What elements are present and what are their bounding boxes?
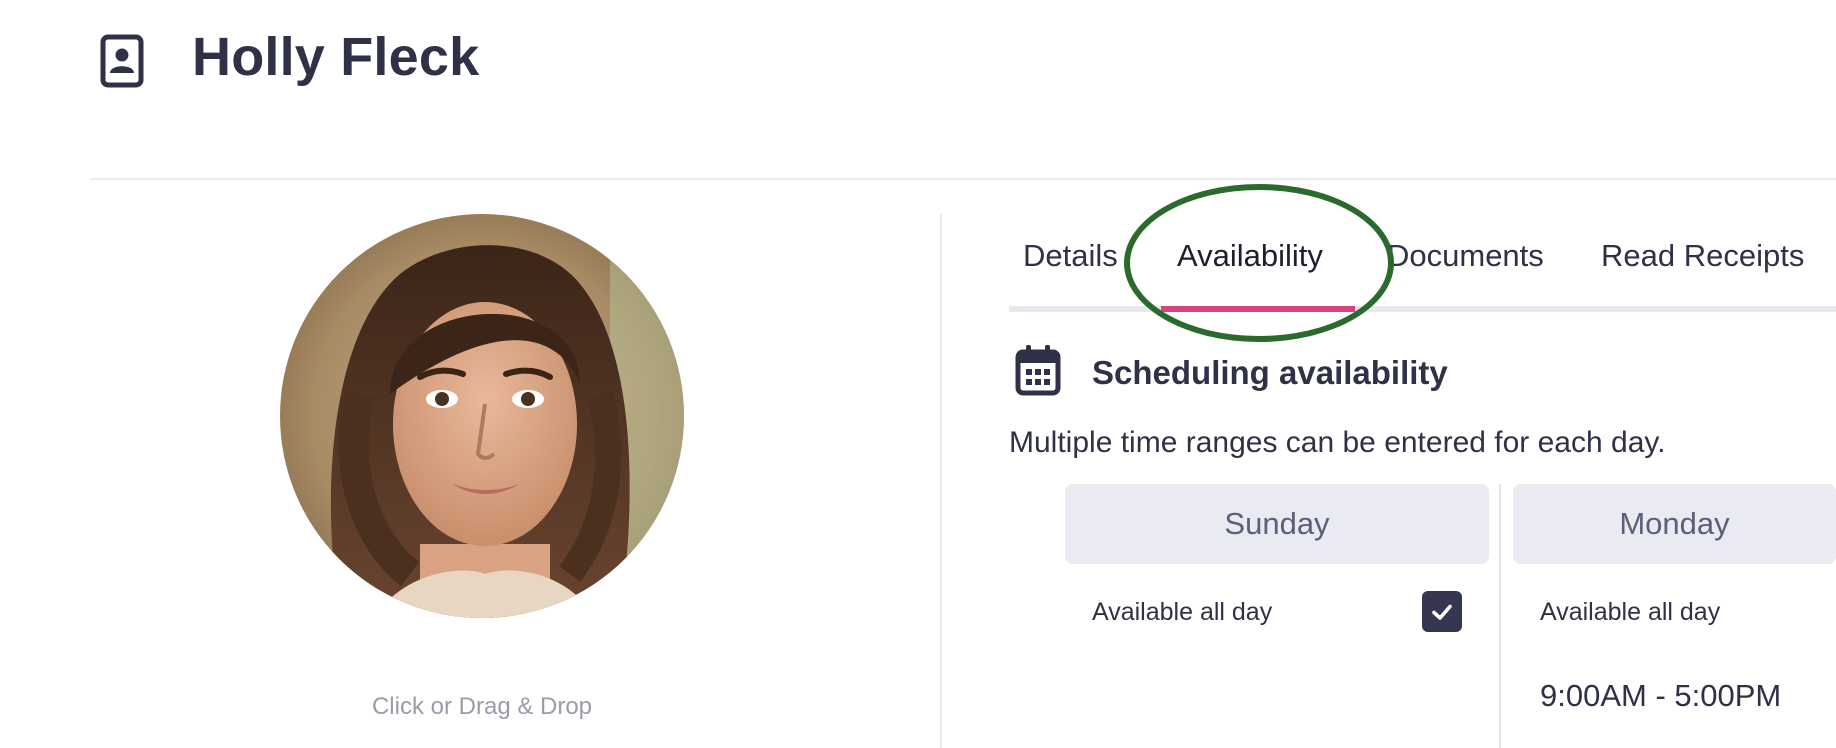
- employee-profile-page: Holly Fleck Click or Drag & Drop Details…: [0, 0, 1836, 748]
- section-description: Multiple time ranges can be entered for …: [1009, 426, 1666, 459]
- monday-all-day-label: Available all day: [1540, 598, 1721, 626]
- tabs-track: [1009, 306, 1836, 312]
- avatar[interactable]: [280, 214, 684, 618]
- column-divider: [940, 214, 942, 748]
- tab-read-receipts[interactable]: Read Receipts: [1601, 238, 1804, 274]
- tab-availability[interactable]: Availability: [1177, 238, 1323, 274]
- calendar-icon: [1015, 344, 1061, 396]
- section-title: Scheduling availability: [1092, 354, 1448, 391]
- contact-card-icon: [100, 34, 144, 88]
- page-title: Holly Fleck: [192, 27, 480, 87]
- checkmark-icon: [1432, 604, 1452, 620]
- day-header-sunday: Sunday: [1065, 484, 1489, 564]
- tab-documents[interactable]: Documents: [1387, 238, 1544, 274]
- profile-tabs: Details Availability Documents Read Rece…: [1009, 232, 1836, 314]
- profile-photo-panel: Click or Drag & Drop: [90, 180, 940, 748]
- active-tab-indicator: [1161, 306, 1355, 312]
- day-header-monday: Monday: [1513, 484, 1836, 564]
- sunday-all-day-checkbox[interactable]: [1422, 591, 1462, 632]
- tab-details[interactable]: Details: [1023, 238, 1118, 274]
- upload-hint[interactable]: Click or Drag & Drop: [90, 693, 874, 721]
- monday-time-range[interactable]: 9:00AM - 5:00PM: [1540, 678, 1781, 714]
- day-divider: [1499, 484, 1501, 748]
- sunday-all-day-label: Available all day: [1092, 598, 1273, 626]
